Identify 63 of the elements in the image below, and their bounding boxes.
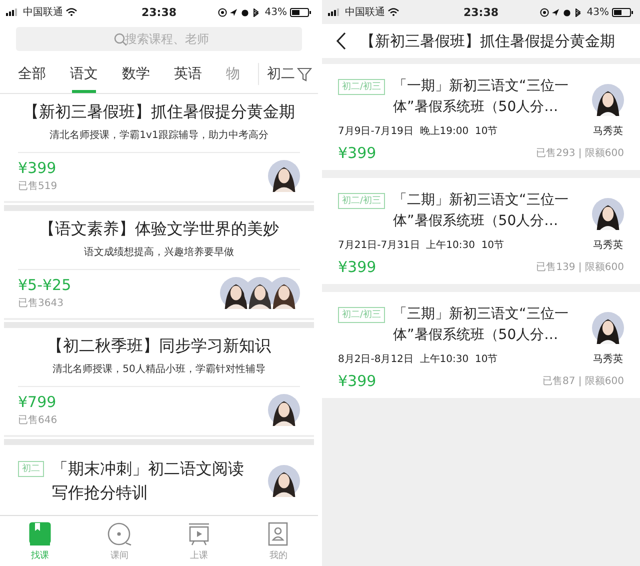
back-icon[interactable]: [336, 32, 346, 50]
page-title: 【新初三暑假班】抓住暑假提分黄金期: [360, 32, 615, 50]
sold-count: 已售3643: [18, 297, 64, 310]
session-title: 「一期」新初三语文“三位一体”暑假系统班（50人分…: [393, 77, 570, 117]
subject-tab[interactable]: 数学: [110, 55, 162, 93]
session-price: ¥399: [338, 372, 376, 390]
course-subtitle: 清北名师授课，50人精品小班，学霸针对性辅导: [52, 362, 266, 376]
session-price: ¥399: [338, 144, 376, 162]
course-subtitle: 语文成绩想提高，兴趣培养要早做: [83, 246, 235, 259]
course-subtitle: 清北名师授课，学霸1v1跟踪辅导，助力中考高分: [48, 128, 270, 142]
teacher-name: 马秀英: [593, 238, 623, 252]
session-price: ¥399: [338, 258, 376, 276]
grade-tag: 初二/初三: [338, 193, 386, 209]
wifi-icon: [66, 8, 77, 16]
sold-quota: 已售139 | 限额600: [536, 260, 624, 274]
grade-tag: 初二/初三: [338, 307, 386, 323]
signal-icon: [328, 8, 342, 16]
course-title: 【初二秋季班】同步学习新知识: [46, 336, 272, 357]
search-field[interactable]: 搜索课程、老师: [16, 27, 302, 51]
subject-tab[interactable]: 英语: [162, 55, 214, 93]
session-title: 「二期」新初三语文“三位一体”暑假系统班（50人分…: [393, 191, 570, 231]
grade-tag: 初二: [18, 461, 44, 477]
battery-percent: 43%: [586, 6, 609, 18]
course-price: ¥799: [18, 393, 58, 411]
session-schedule: 7月21日-7月31日 上午10:30 10节: [338, 238, 506, 252]
clock-time: 23:38: [463, 6, 498, 18]
clock-time: 23:38: [141, 6, 176, 18]
subject-tab[interactable]: 全部: [6, 55, 58, 93]
disc-icon: [106, 520, 132, 546]
course-price: ¥399: [18, 159, 58, 177]
course-card[interactable]: 初二 「期末冲刺」初二语文阅读写作抢分特训: [0, 445, 318, 505]
subject-tab[interactable]: 语文: [58, 55, 110, 93]
search-icon: [114, 33, 127, 46]
sold-count: 已售519: [18, 180, 58, 193]
battery-icon: [612, 8, 634, 16]
session-schedule: 8月2日-8月12日 上午10:30 10节: [338, 352, 499, 366]
filter-icon[interactable]: [297, 66, 312, 82]
book-icon: [26, 520, 53, 546]
session-card[interactable]: 初二/初三 「三期」新初三语文“三位一体”暑假系统班（50人分… 8月2日-8月12日 上午10:30 10节 马秀英 ¥399 已售87 | 限额600: [322, 292, 640, 398]
carrier-name: 中国联通: [345, 6, 385, 19]
grade-filter[interactable]: 初二: [267, 65, 295, 83]
carrier-name: 中国联通: [23, 6, 63, 19]
sold-count: 已售646: [18, 414, 58, 427]
battery-icon: [290, 8, 312, 16]
course-title: 【新初三暑假班】抓住暑假提分黄金期: [22, 102, 296, 123]
session-title: 「三期」新初三语文“三位一体”暑假系统班（50人分…: [393, 305, 570, 345]
session-schedule: 7月9日-7月19日 晚上19:00 10节: [338, 124, 499, 138]
sold-quota: 已售293 | 限额600: [536, 146, 624, 160]
signal-icon: [6, 8, 20, 16]
teacher-name: 马秀英: [593, 124, 623, 138]
course-card[interactable]: 【语文素养】体验文学世界的美妙 语文成绩想提高，兴趣培养要早做 ¥5-¥25 已售3643: [0, 211, 318, 316]
battery-percent: 43%: [264, 6, 287, 18]
session-card[interactable]: 初二/初三 「一期」新初三语文“三位一体”暑假系统班（50人分… 7月9日-7月19日 晚上19:00 10节 马秀英 ¥399 已售293 | 限额600: [322, 64, 640, 170]
course-title: 「期末冲刺」初二语文阅读写作抢分特训: [52, 458, 245, 504]
wifi-icon: [388, 8, 399, 16]
course-title: 【语文素养】体验文学世界的美妙: [38, 219, 280, 240]
sold-quota: 已售87 | 限额600: [542, 374, 624, 388]
session-card[interactable]: 初二/初三 「二期」新初三语文“三位一体”暑假系统班（50人分… 7月21日-7月31日 上午10:30 10节 马秀英 ¥399 已售139 | 限额600: [322, 178, 640, 284]
grade-tag: 初二/初三: [338, 79, 386, 95]
course-price: ¥5-¥25: [18, 276, 72, 294]
course-card[interactable]: 【新初三暑假班】抓住暑假提分黄金期 清北名师授课，学霸1v1跟踪辅导，助力中考高分 ¥399 已售519: [0, 94, 318, 199]
course-card[interactable]: 【初二秋季班】同步学习新知识 清北名师授课，50人精品小班，学霸针对性辅导 ¥799 已售646: [0, 328, 318, 433]
teacher-name: 马秀英: [593, 352, 623, 366]
